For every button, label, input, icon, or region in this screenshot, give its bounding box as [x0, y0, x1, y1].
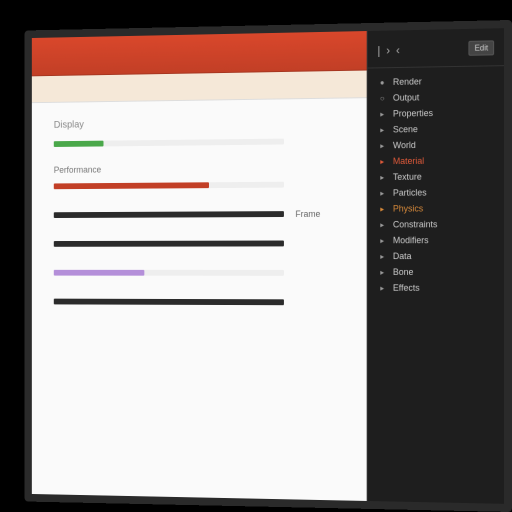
mode-badge[interactable]: Edit — [469, 40, 495, 55]
tree-item-bone[interactable]: ▸ Bone — [372, 264, 501, 280]
side-panel-top: | › ‹ Edit — [368, 36, 504, 68]
tree-item-effects[interactable]: ▸ Effects — [372, 280, 501, 296]
chevron-left-icon[interactable]: ‹ — [396, 43, 400, 57]
side-panel: | › ‹ Edit ● Render ○ Output ▸ Propertie… — [367, 28, 504, 504]
tree-label: Physics — [393, 203, 423, 213]
chevron-right-icon[interactable]: › — [386, 43, 390, 57]
bar-track[interactable] — [54, 270, 284, 276]
bar-track[interactable] — [54, 241, 284, 247]
bar-row — [54, 235, 344, 251]
chevron-right-icon: ▸ — [377, 109, 387, 119]
tree-label: Data — [393, 251, 412, 261]
tree-label: Bone — [393, 267, 414, 277]
tree-label: Modifiers — [393, 235, 429, 245]
tree-item-world[interactable]: ▸ World — [372, 136, 501, 153]
chevron-right-icon: ▸ — [377, 251, 387, 261]
bar-fill — [54, 270, 145, 276]
tree-item-output[interactable]: ○ Output — [372, 88, 501, 106]
tree-item-properties[interactable]: ▸ Properties — [372, 104, 501, 122]
screen: Display Performance — [32, 28, 504, 504]
main-panel: Display Performance — [32, 31, 367, 501]
tree-label: Output — [393, 92, 419, 102]
tree-item-data[interactable]: ▸ Data — [372, 248, 501, 264]
chevron-right-icon: ▸ — [377, 140, 387, 150]
tree-label: Particles — [393, 188, 427, 198]
bar-row — [54, 133, 344, 152]
chevron-right-icon: ▸ — [377, 125, 387, 135]
tree-label: Texture — [393, 172, 422, 182]
bar-label — [295, 141, 343, 142]
chevron-right-icon: ▸ — [377, 220, 387, 230]
chevron-right-icon: ▸ — [377, 188, 387, 198]
chevron-right-icon: ▸ — [377, 283, 387, 293]
tree-item-particles[interactable]: ▸ Particles — [372, 184, 501, 201]
tree-label: Render — [393, 77, 422, 87]
bar-fill — [54, 211, 284, 218]
tree-label: Effects — [393, 283, 420, 293]
tree-item-physics[interactable]: ▸ Physics — [372, 200, 501, 217]
bar-track[interactable] — [54, 299, 284, 306]
bar-label: Frame — [295, 209, 343, 219]
bar-track[interactable] — [54, 182, 284, 189]
tree-label: World — [393, 140, 416, 150]
header-bar — [32, 31, 367, 76]
tree-label: Properties — [393, 108, 433, 118]
property-tree: ● Render ○ Output ▸ Properties ▸ Scene ▸ — [368, 66, 504, 302]
top-icons: | › ‹ — [377, 43, 400, 57]
row-caption: Performance — [54, 163, 344, 175]
circle-icon: ○ — [377, 93, 387, 103]
bar-row — [54, 265, 344, 281]
tree-item-material[interactable]: ▸ Material — [372, 152, 501, 169]
bar-row: Frame — [54, 206, 344, 223]
bar-track[interactable] — [54, 139, 284, 147]
pipe-icon: | — [377, 43, 380, 57]
bar-fill — [54, 182, 209, 189]
tree-item-constraints[interactable]: ▸ Constraints — [372, 216, 501, 232]
chevron-right-icon: ▸ — [377, 267, 387, 277]
section-label-1: Display — [54, 116, 344, 130]
content-area: Display Performance — [32, 98, 367, 501]
tree-item-modifiers[interactable]: ▸ Modifiers — [372, 232, 501, 248]
bar-row — [54, 176, 344, 194]
tree-label: Constraints — [393, 219, 438, 229]
bar-fill — [54, 241, 284, 247]
chevron-right-icon: ▸ — [377, 204, 387, 214]
tree-item-scene[interactable]: ▸ Scene — [372, 120, 501, 137]
chevron-right-icon: ▸ — [377, 172, 387, 182]
dot-icon: ● — [377, 77, 387, 87]
bar-fill — [54, 141, 104, 147]
chevron-right-icon: ▸ — [377, 235, 387, 245]
tree-label: Material — [393, 156, 424, 166]
tree-item-texture[interactable]: ▸ Texture — [372, 168, 501, 185]
monitor-frame: Display Performance — [25, 20, 512, 512]
bar-fill — [54, 299, 284, 306]
bar-row — [54, 294, 344, 310]
chevron-right-icon: ▸ — [377, 156, 387, 166]
tree-label: Scene — [393, 124, 418, 134]
bar-track[interactable] — [54, 211, 284, 218]
